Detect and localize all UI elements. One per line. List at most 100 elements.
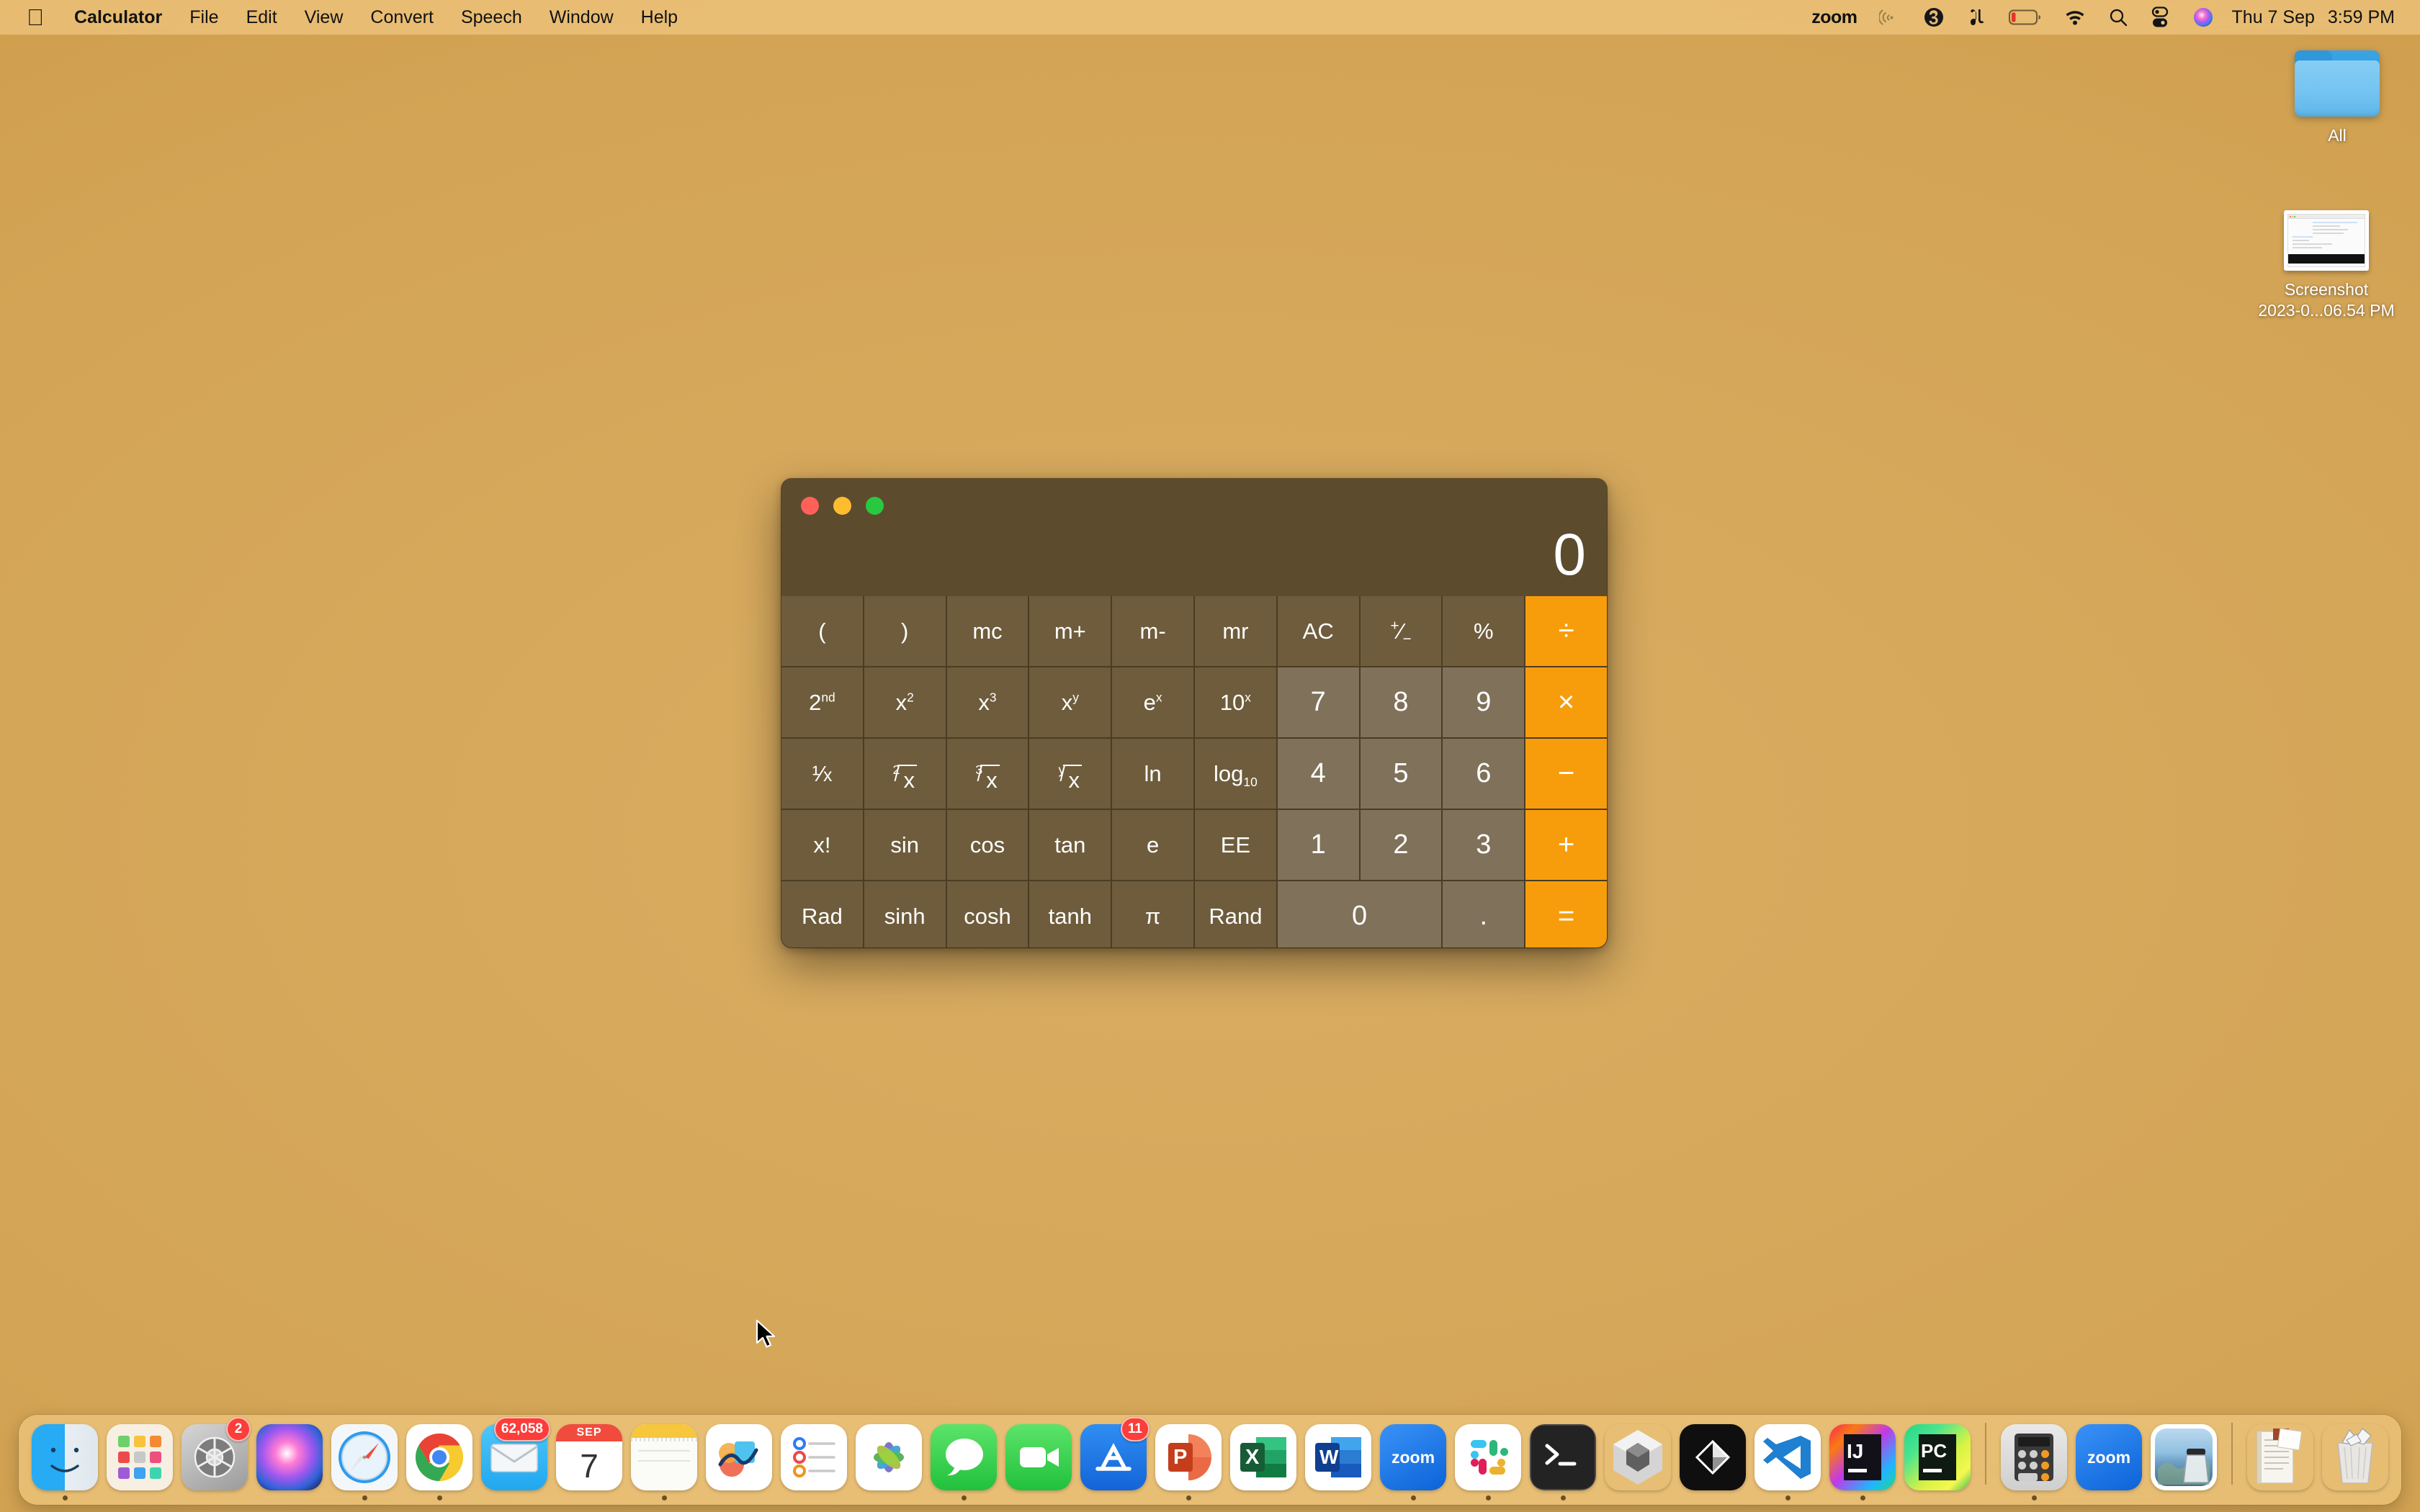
key-hyperbolic-tangent[interactable]: tanh	[1029, 881, 1111, 948]
dock-item-photos[interactable]	[851, 1417, 926, 1500]
key-second-functions[interactable]: 2nd	[781, 667, 863, 737]
key-sign-toggle[interactable]: +⁄−	[1361, 596, 1442, 666]
battery-low-icon[interactable]	[1998, 3, 2053, 32]
dock-item-documents[interactable]	[2243, 1417, 2318, 1500]
dock-item-pycharm[interactable]: PC	[1900, 1417, 1975, 1500]
key-cube-root[interactable]: 3x	[947, 739, 1028, 809]
dock-item-powerpoint[interactable]: P	[1151, 1417, 1226, 1500]
key-digit-8[interactable]: 8	[1361, 667, 1442, 737]
dock-item-reminders[interactable]	[776, 1417, 851, 1500]
key-hyperbolic-cosine[interactable]: cosh	[947, 881, 1028, 948]
dock-item-siri[interactable]	[252, 1417, 327, 1500]
desktop-icon-all-folder[interactable]: All	[2262, 50, 2413, 146]
key-exponent-entry[interactable]: EE	[1195, 810, 1276, 880]
key-log-base-10[interactable]: log10	[1195, 739, 1276, 809]
key-square-root[interactable]: 2x	[864, 739, 946, 809]
apple-menu-icon[interactable]: 	[23, 3, 48, 32]
desktop-icon-screenshot-file[interactable]: Screenshot 2023-0...06.54 PM	[2251, 210, 2402, 322]
airplay-icon[interactable]	[1868, 3, 1912, 32]
dock-item-slack[interactable]	[1451, 1417, 1525, 1500]
dock-item-excel[interactable]: X	[1226, 1417, 1301, 1500]
calculator-title-bar[interactable]: 0	[781, 479, 1607, 596]
menu-item-file[interactable]: File	[176, 3, 232, 32]
key-euler-constant[interactable]: e	[1112, 810, 1193, 880]
key-memory-clear[interactable]: mc	[947, 596, 1028, 666]
key-digit-4[interactable]: 4	[1278, 739, 1359, 809]
key-tangent[interactable]: tan	[1029, 810, 1111, 880]
key-factorial[interactable]: x!	[781, 810, 863, 880]
key-percent[interactable]: %	[1443, 596, 1524, 666]
dock-item-calculator[interactable]	[1996, 1417, 2071, 1500]
dock-item-word[interactable]: W	[1301, 1417, 1376, 1500]
key-hyperbolic-sine[interactable]: sinh	[864, 881, 946, 948]
key-radians-toggle[interactable]: Rad	[781, 881, 863, 948]
dock-item-notes[interactable]	[627, 1417, 702, 1500]
dock-item-freeform[interactable]	[702, 1417, 776, 1500]
menu-item-speech[interactable]: Speech	[447, 3, 536, 32]
dock-item-zoom-meetings[interactable]: zoom	[2071, 1417, 2146, 1500]
dock-item-facetime[interactable]	[1001, 1417, 1076, 1500]
key-equals[interactable]: =	[1525, 881, 1607, 948]
spotlight-search-icon[interactable]	[2097, 3, 2139, 32]
menu-item-convert[interactable]: Convert	[357, 3, 447, 32]
dock-item-visual-studio-code[interactable]	[1750, 1417, 1825, 1500]
key-y-root[interactable]: yx	[1029, 739, 1111, 809]
menubar-time[interactable]: 3:59 PM	[2321, 7, 2401, 28]
key-digit-9[interactable]: 9	[1443, 667, 1524, 737]
key-digit-3[interactable]: 3	[1443, 810, 1524, 880]
dock-item-system-settings[interactable]: 2	[177, 1417, 252, 1500]
close-window-button[interactable]	[801, 497, 819, 515]
dock-item-unity[interactable]	[1675, 1417, 1750, 1500]
wifi-icon[interactable]	[2053, 3, 2097, 32]
key-add[interactable]: +	[1525, 810, 1607, 880]
menu-app-name[interactable]: Calculator	[60, 3, 176, 32]
key-digit-2[interactable]: 2	[1361, 810, 1442, 880]
key-ten-power-x[interactable]: 10x	[1195, 667, 1276, 737]
dock-item-terminal[interactable]	[1525, 1417, 1600, 1500]
key-sine[interactable]: sin	[864, 810, 946, 880]
dock-item-unity-hub[interactable]	[1600, 1417, 1675, 1500]
key-natural-log[interactable]: ln	[1112, 739, 1193, 809]
key-memory-recall[interactable]: mr	[1195, 596, 1276, 666]
dock-item-intellij-idea[interactable]: IJ	[1825, 1417, 1900, 1500]
key-memory-add[interactable]: m+	[1029, 596, 1111, 666]
key-x-squared[interactable]: x2	[864, 667, 946, 737]
key-digit-0[interactable]: 0	[1278, 881, 1442, 948]
dock-item-calendar[interactable]: SEP 7	[552, 1417, 627, 1500]
key-digit-5[interactable]: 5	[1361, 739, 1442, 809]
dock-item-zoom[interactable]: zoom	[1376, 1417, 1451, 1500]
menubar-date[interactable]: Thu 7 Sep	[2226, 7, 2321, 28]
input-source-malayalam-icon[interactable]	[1956, 3, 1998, 32]
key-decimal-point[interactable]: .	[1443, 881, 1524, 948]
creative-cloud-icon[interactable]	[1912, 3, 1956, 32]
calculator-window[interactable]: 0 ()mcm+m-mrAC+⁄−%÷2ndx2x3xyex10x789×¹⁄x…	[781, 479, 1607, 948]
key-x-power-y[interactable]: xy	[1029, 667, 1111, 737]
key-cosine[interactable]: cos	[947, 810, 1028, 880]
menu-item-edit[interactable]: Edit	[233, 3, 291, 32]
key-all-clear[interactable]: AC	[1278, 596, 1359, 666]
menu-item-window[interactable]: Window	[536, 3, 627, 32]
dock-item-messages[interactable]	[926, 1417, 1001, 1500]
key-multiply[interactable]: ×	[1525, 667, 1607, 737]
key-reciprocal[interactable]: ¹⁄x	[781, 739, 863, 809]
key-pi-constant[interactable]: π	[1112, 881, 1193, 948]
minimize-window-button[interactable]	[833, 497, 851, 515]
dock-item-google-chrome[interactable]	[402, 1417, 477, 1500]
key-memory-subtract[interactable]: m-	[1112, 596, 1193, 666]
key-x-cubed[interactable]: x3	[947, 667, 1028, 737]
dock-item-finder[interactable]	[27, 1417, 102, 1500]
dock-item-app-store[interactable]: 11	[1076, 1417, 1151, 1500]
menu-item-view[interactable]: View	[291, 3, 357, 32]
menu-item-help[interactable]: Help	[627, 3, 691, 32]
key-e-power-x[interactable]: ex	[1112, 667, 1193, 737]
key-subtract[interactable]: −	[1525, 739, 1607, 809]
siri-icon[interactable]	[2181, 3, 2226, 32]
dock-item-trash[interactable]	[2318, 1417, 2393, 1500]
dock-item-mail[interactable]: 62,058	[477, 1417, 552, 1500]
dock-item-launchpad[interactable]	[102, 1417, 177, 1500]
zoom-window-button[interactable]	[866, 497, 884, 515]
key-divide[interactable]: ÷	[1525, 596, 1607, 666]
key-digit-7[interactable]: 7	[1278, 667, 1359, 737]
dock-item-safari[interactable]	[327, 1417, 402, 1500]
key-open-paren[interactable]: (	[781, 596, 863, 666]
